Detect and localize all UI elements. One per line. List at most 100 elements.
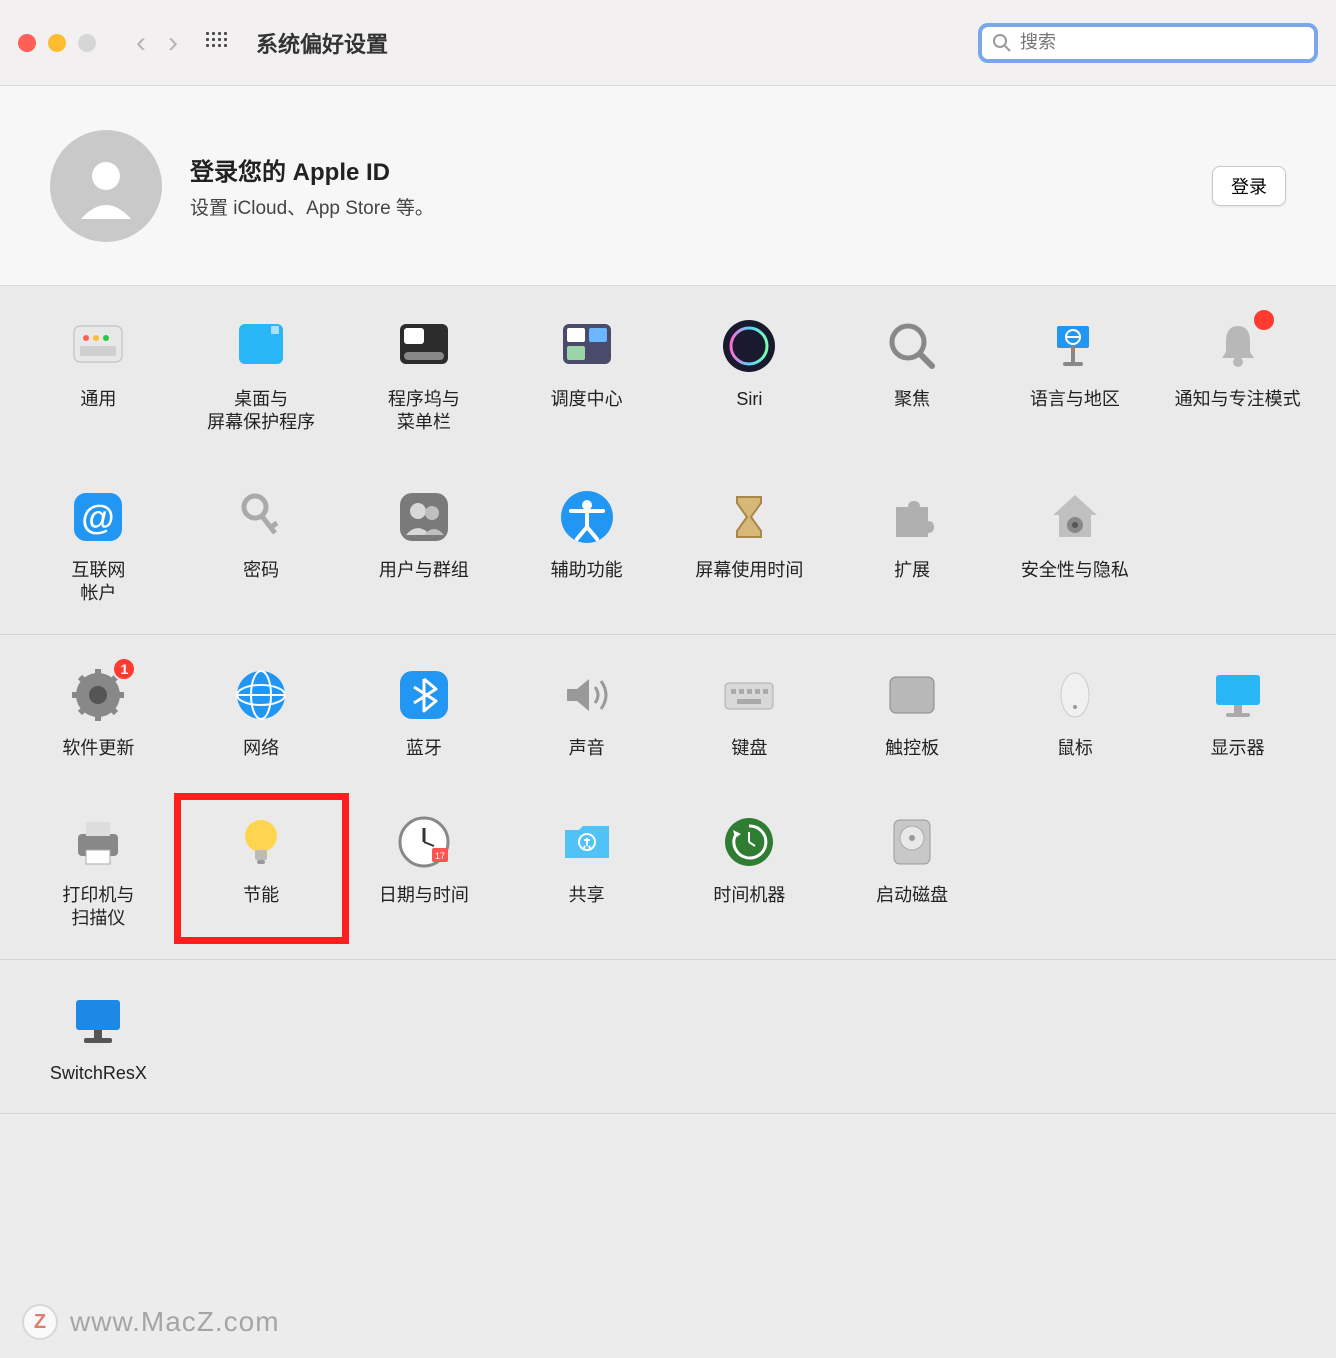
pref-label: 调度中心 [551, 388, 623, 411]
display-icon [1206, 663, 1270, 727]
prefs-section: 1 软件更新 网络 蓝牙 声音 键盘触控板 鼠标 显示器打印机与 扫描仪 节能 17日期与时间共享… [0, 635, 1336, 960]
speaker-icon [555, 663, 619, 727]
account-section: 登录您的 Apple ID 设置 iCloud、App Store 等。 登录 [0, 86, 1336, 286]
pref-energy-saver[interactable]: 节能 [174, 793, 349, 944]
pref-label: 程序坞与 菜单栏 [388, 388, 460, 435]
pref-label: 通用 [80, 388, 116, 411]
maximize-button [78, 34, 96, 52]
network-icon [229, 663, 293, 727]
general-icon [66, 314, 130, 378]
pref-label: 鼠标 [1057, 737, 1093, 760]
account-subtitle: 设置 iCloud、App Store 等。 [190, 193, 434, 220]
account-title: 登录您的 Apple ID [190, 152, 434, 187]
pref-desktop[interactable]: 桌面与 屏幕保护程序 [183, 314, 340, 435]
notifications-icon [1206, 314, 1270, 378]
watermark: Z www.MacZ.com [22, 1304, 280, 1340]
pref-mouse[interactable]: 鼠标 [997, 663, 1154, 760]
toolbar: ‹ › 系统偏好设置 [0, 0, 1336, 86]
pref-label: 软件更新 [62, 737, 134, 760]
pref-bluetooth[interactable]: 蓝牙 [346, 663, 503, 760]
minimize-button[interactable] [48, 34, 66, 52]
window-controls [18, 34, 96, 52]
desktop-icon [229, 314, 293, 378]
avatar-icon [71, 151, 141, 221]
puzzle-icon [880, 485, 944, 549]
pref-label: 辅助功能 [551, 559, 623, 582]
pref-startup-disk[interactable]: 启动磁盘 [834, 810, 991, 931]
timemachine-icon [717, 810, 781, 874]
pref-spotlight[interactable]: 聚焦 [834, 314, 991, 435]
svg-text:17: 17 [435, 851, 445, 861]
pref-label: 互联网 帐户 [71, 559, 125, 606]
sign-in-button[interactable]: 登录 [1212, 166, 1286, 206]
pref-time-machine[interactable]: 时间机器 [671, 810, 828, 931]
badge: 1 [112, 657, 136, 681]
pref-general[interactable]: 通用 [20, 314, 177, 435]
users-icon [392, 485, 456, 549]
mission-control-icon [555, 314, 619, 378]
pref-label: 桌面与 屏幕保护程序 [207, 388, 315, 435]
pref-displays[interactable]: 显示器 [1159, 663, 1316, 760]
pref-label: 蓝牙 [406, 737, 442, 760]
pref-screen-time[interactable]: 屏幕使用时间 [671, 485, 828, 606]
pref-network[interactable]: 网络 [183, 663, 340, 760]
pref-label: 扩展 [894, 559, 930, 582]
pref-label: 触控板 [885, 737, 939, 760]
accessibility-icon [555, 485, 619, 549]
pref-date-time[interactable]: 17日期与时间 [346, 810, 503, 931]
folder-icon [555, 810, 619, 874]
gear-icon: 1 [66, 663, 130, 727]
pref-label: 共享 [569, 884, 605, 907]
siri-icon [717, 314, 781, 378]
pref-users-groups[interactable]: 用户与群组 [346, 485, 503, 606]
pref-mission-control[interactable]: 调度中心 [508, 314, 665, 435]
pref-software-update[interactable]: 1 软件更新 [20, 663, 177, 760]
pref-siri[interactable]: Siri [671, 314, 828, 435]
pref-label: 启动磁盘 [876, 884, 948, 907]
svg-text:@: @ [82, 499, 115, 537]
pref-label: 显示器 [1211, 737, 1265, 760]
pref-keyboard[interactable]: 键盘 [671, 663, 828, 760]
watermark-badge: Z [22, 1304, 58, 1340]
pref-label: 安全性与隐私 [1021, 559, 1129, 582]
keyboard-icon [717, 663, 781, 727]
disk-icon [880, 810, 944, 874]
pref-label: 网络 [243, 737, 279, 760]
pref-label: 通知与专注模式 [1175, 388, 1301, 411]
pref-label: 声音 [569, 737, 605, 760]
back-button[interactable]: ‹ [136, 26, 146, 60]
pref-notifications[interactable]: 通知与专注模式 [1159, 314, 1316, 435]
pref-switchresx[interactable]: SwitchResX [20, 988, 177, 1085]
pref-label: Siri [736, 388, 762, 411]
language-icon [1043, 314, 1107, 378]
bluetooth-icon [392, 663, 456, 727]
pref-extensions[interactable]: 扩展 [834, 485, 991, 606]
pref-trackpad[interactable]: 触控板 [834, 663, 991, 760]
pref-label: SwitchResX [50, 1062, 147, 1085]
pref-sound[interactable]: 声音 [508, 663, 665, 760]
at-icon: @ [66, 485, 130, 549]
pref-printers-scanners[interactable]: 打印机与 扫描仪 [20, 810, 177, 931]
key-icon [229, 485, 293, 549]
trackpad-icon [880, 663, 944, 727]
pref-label: 节能 [243, 884, 279, 907]
search-box[interactable] [978, 23, 1318, 63]
pref-sharing[interactable]: 共享 [508, 810, 665, 931]
clock-icon: 17 [392, 810, 456, 874]
pref-accessibility[interactable]: 辅助功能 [508, 485, 665, 606]
watermark-text: www.MacZ.com [70, 1306, 280, 1338]
pref-language-region[interactable]: 语言与地区 [997, 314, 1154, 435]
pref-passwords[interactable]: 密码 [183, 485, 340, 606]
pref-label: 打印机与 扫描仪 [62, 884, 134, 931]
close-button[interactable] [18, 34, 36, 52]
search-input[interactable] [1020, 32, 1304, 53]
forward-button[interactable]: › [168, 26, 178, 60]
pref-label: 聚焦 [894, 388, 930, 411]
printer-icon [66, 810, 130, 874]
pref-internet-accounts[interactable]: @ 互联网 帐户 [20, 485, 177, 606]
pref-label: 语言与地区 [1030, 388, 1120, 411]
show-all-icon[interactable] [206, 32, 228, 54]
search-icon [992, 33, 1012, 53]
pref-security-privacy[interactable]: 安全性与隐私 [997, 485, 1154, 606]
pref-dock[interactable]: 程序坞与 菜单栏 [346, 314, 503, 435]
